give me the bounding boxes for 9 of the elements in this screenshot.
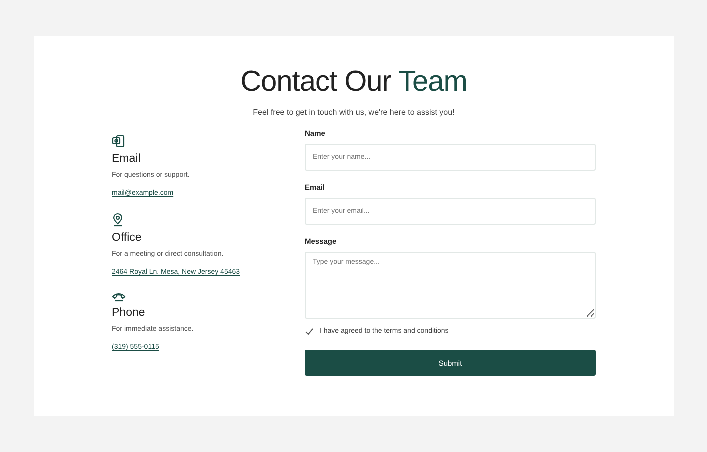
contact-title: Phone [112, 307, 146, 319]
subtitle: Feel free to get in touch with us, we're here to assist you! [252, 108, 456, 117]
agreement-checkbox[interactable] [305, 327, 314, 336]
page-title: Contact Our Team [240, 66, 468, 98]
contact-title: Email [112, 153, 141, 165]
phone-icon [112, 292, 126, 302]
mail-icon [112, 135, 125, 148]
contact-title: Office [112, 232, 142, 244]
location-pin-icon [112, 213, 124, 227]
